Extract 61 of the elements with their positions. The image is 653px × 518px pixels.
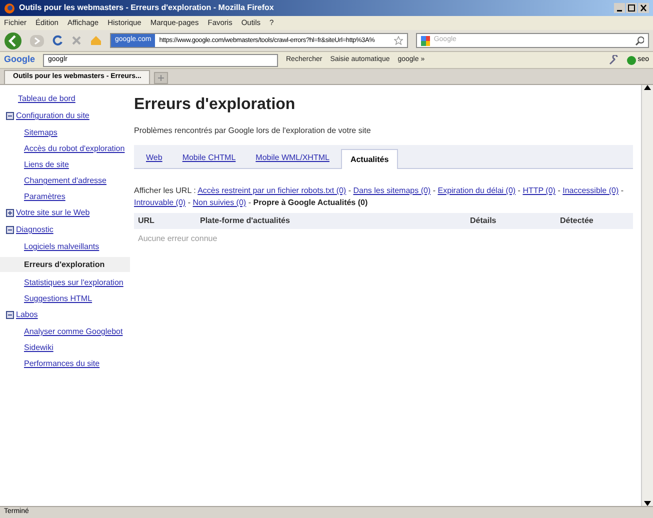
plus-icon[interactable] <box>6 209 14 217</box>
column-header: Plate-forme d'actualités <box>200 215 291 227</box>
sidebar-item[interactable]: Paramètres <box>0 191 130 202</box>
tab[interactable]: Web <box>138 148 170 168</box>
sidebar-item[interactable]: Performances du site <box>0 358 130 369</box>
sidebar-link[interactable]: Configuration du site <box>16 110 90 122</box>
separator-text: - <box>620 186 624 195</box>
status-dot-icon <box>626 56 636 64</box>
google-logo[interactable]: Google <box>4 53 35 67</box>
minus-icon[interactable] <box>6 112 14 120</box>
filter-link[interactable]: HTTP (0) <box>522 186 556 195</box>
sidebar-item[interactable]: Suggestions HTML <box>0 293 130 304</box>
separator-text: - <box>348 186 351 195</box>
star-icon[interactable] <box>394 36 403 45</box>
reload-icon[interactable] <box>52 35 63 46</box>
search-icon[interactable] <box>635 36 644 46</box>
maximize-icon[interactable] <box>626 3 637 13</box>
separator-text: - <box>432 186 436 195</box>
wrench-icon[interactable] <box>608 55 619 65</box>
sidebar-item[interactable]: Erreurs d'exploration <box>0 257 130 272</box>
minus-icon[interactable] <box>6 311 14 319</box>
sidebar-link[interactable]: Votre site sur le Web <box>16 207 90 219</box>
column-header: Détectée <box>560 215 594 227</box>
tab[interactable]: Mobile WML/XHTML <box>248 148 338 168</box>
sidebar-link[interactable]: Diagnostic <box>16 224 54 236</box>
sidebar-item[interactable]: Logiciels malveillants <box>0 241 130 252</box>
filter-link[interactable]: Introuvable (0) <box>134 198 186 207</box>
sidebar-item[interactable]: Analyser comme Googlebot <box>0 326 130 337</box>
sidebar-item[interactable]: Sitemaps <box>0 127 130 138</box>
sidebar-item[interactable]: Sidewiki <box>0 342 130 353</box>
scrollbar[interactable] <box>641 85 653 506</box>
column-header: Détails <box>470 215 498 227</box>
minus-icon[interactable] <box>6 226 14 234</box>
sidebar-item[interactable]: Tableau de bord <box>0 93 130 105</box>
empty-message: Aucune erreur connue <box>137 233 218 245</box>
sidebar-item[interactable]: Statistiques sur l'exploration <box>0 277 130 288</box>
sidebar-link[interactable]: Labos <box>16 309 38 321</box>
firefox-icon <box>4 2 15 14</box>
page-title: Erreurs d'exploration <box>134 95 296 115</box>
sidebar-item[interactable]: Liens de site <box>0 159 130 170</box>
separator-text: - <box>188 198 190 207</box>
tab[interactable]: Mobile CHTML <box>174 148 244 168</box>
column-header: URL <box>138 215 156 227</box>
close-icon[interactable] <box>638 3 649 13</box>
filter-link[interactable]: Accès restreint par un fichier robots.txt (0) <box>198 186 346 195</box>
separator-text: - <box>558 186 560 195</box>
filter-label: Afficher les URL : <box>134 186 196 195</box>
minimize-icon[interactable] <box>614 3 625 13</box>
tab[interactable]: Actualités <box>341 149 398 169</box>
separator-text: - <box>518 186 520 195</box>
sidebar-item[interactable]: Changement d'adresse <box>0 175 130 186</box>
search-engine-icon[interactable] <box>421 36 430 46</box>
window-title: Outils pour les webmasters - Erreurs d'exploration - Mozilla Firefox <box>19 2 275 14</box>
back-icon[interactable] <box>4 32 22 50</box>
filter-link[interactable]: Non suivies (0) <box>192 198 246 207</box>
filter-link[interactable]: Dans les sitemaps (0) <box>353 186 431 195</box>
filter-link[interactable]: Inaccessible (0) <box>562 186 619 195</box>
sidebar-item[interactable]: Accès du robot d'exploration <box>0 143 130 154</box>
page-subtitle: Problèmes rencontrés par Google lors de l'exploration de votre site <box>134 125 372 137</box>
filter-link[interactable]: Expiration du délai (0) <box>438 186 516 195</box>
separator-text: - <box>248 198 251 207</box>
